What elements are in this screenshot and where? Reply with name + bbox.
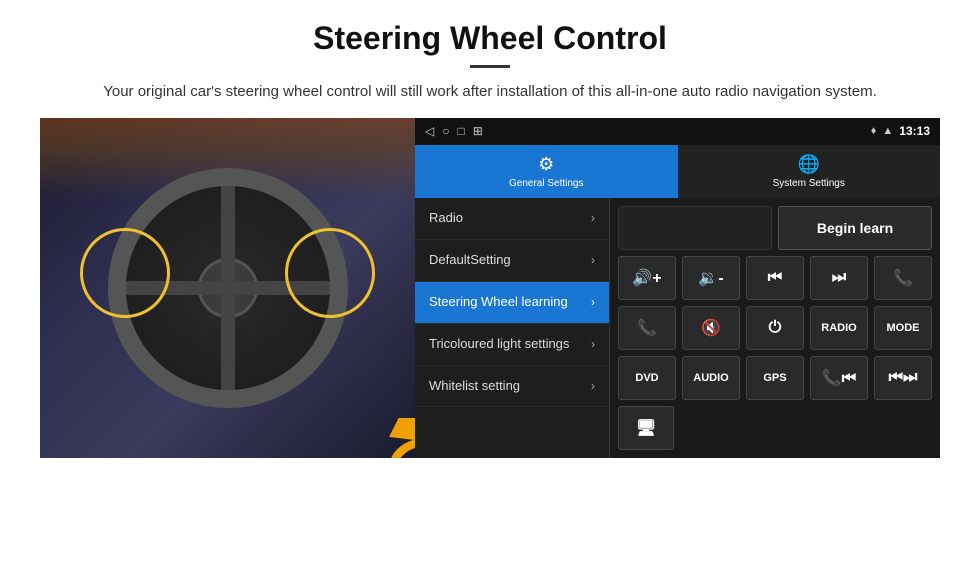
dvd-label: DVD (635, 372, 658, 384)
chevron-icon-tricoloured: › (591, 337, 595, 351)
main-content: Radio › DefaultSetting › Steering Wheel … (415, 198, 940, 458)
controls-row-3: 📞 🔇 ⏻ RADIO MODE (618, 306, 932, 350)
controls-row-5: 🖥 (618, 406, 932, 450)
title-divider (470, 65, 510, 68)
answer-button[interactable]: 📞 (618, 306, 676, 350)
empty-box (618, 206, 772, 250)
page-subtitle: Your original car's steering wheel contr… (40, 80, 940, 104)
menu-radio-label: Radio (429, 210, 591, 227)
chevron-icon-steering: › (591, 295, 595, 309)
chevron-icon-default: › (591, 253, 595, 267)
circle-highlight-right (285, 228, 375, 318)
square-icon[interactable]: □ (457, 124, 464, 138)
mute-button[interactable]: 🔇 (682, 306, 740, 350)
radio-label: RADIO (821, 322, 856, 334)
gps-icon: ♦ (871, 125, 877, 137)
phone-icon: 📞 (893, 268, 913, 288)
general-settings-label: General Settings (509, 178, 584, 189)
tab-general-settings[interactable]: ⚙ General Settings (415, 145, 678, 198)
vol-up-icon: 🔊+ (632, 268, 661, 288)
screen-button[interactable]: 🖥 (618, 406, 674, 450)
menu-item-whitelist[interactable]: Whitelist setting › (415, 366, 609, 408)
menu-item-default[interactable]: DefaultSetting › (415, 240, 609, 282)
phone-button[interactable]: 📞 (874, 256, 932, 300)
arrow-svg (385, 418, 415, 458)
phone-prev-icon: 📞⏮ (822, 368, 856, 388)
next-track-icon: ⏭ (832, 269, 846, 287)
signal-icon: ▲ (882, 125, 893, 137)
radio-button[interactable]: RADIO (810, 306, 868, 350)
steering-wheel-image (40, 118, 415, 458)
system-settings-label: System Settings (773, 178, 845, 189)
back-icon[interactable]: ◁ (425, 124, 434, 138)
menu-list: Radio › DefaultSetting › Steering Wheel … (415, 198, 610, 458)
menu-default-label: DefaultSetting (429, 252, 591, 269)
audio-button[interactable]: AUDIO (682, 356, 740, 400)
android-panel: ◁ ○ □ ⊞ ♦ ▲ 13:13 ⚙ General Settings (415, 118, 940, 458)
prev-next-button[interactable]: ⏮⏭ (874, 356, 932, 400)
chevron-icon-radio: › (591, 211, 595, 225)
vol-up-button[interactable]: 🔊+ (618, 256, 676, 300)
answer-icon: 📞 (637, 318, 657, 338)
tab-system-settings[interactable]: 🌐 System Settings (678, 145, 941, 198)
screen-icon: 🖥 (636, 418, 656, 438)
controls-row-2: 🔊+ 🔉- ⏮ ⏭ 📞 (618, 256, 932, 300)
dvd-button[interactable]: DVD (618, 356, 676, 400)
tab-bar: ⚙ General Settings 🌐 System Settings (415, 145, 940, 198)
controls-row-1: Begin learn (618, 206, 932, 250)
mute-icon: 🔇 (701, 318, 721, 338)
content-area: ◁ ○ □ ⊞ ♦ ▲ 13:13 ⚙ General Settings (40, 118, 940, 458)
status-bar-right: ♦ ▲ 13:13 (871, 124, 930, 138)
prev-track-icon: ⏮ (768, 269, 782, 287)
controls-panel: Begin learn 🔊+ 🔉- ⏮ (610, 198, 940, 458)
mode-button[interactable]: MODE (874, 306, 932, 350)
gps-button[interactable]: GPS (746, 356, 804, 400)
system-settings-icon: 🌐 (798, 154, 820, 175)
circle-highlight-left (80, 228, 170, 318)
next-track-button[interactable]: ⏭ (810, 256, 868, 300)
power-icon: ⏻ (769, 319, 782, 337)
vol-down-button[interactable]: 🔉- (682, 256, 740, 300)
grid-icon[interactable]: ⊞ (473, 124, 483, 138)
page-title: Steering Wheel Control (40, 20, 940, 57)
home-icon[interactable]: ○ (442, 124, 449, 138)
prev-track-button[interactable]: ⏮ (746, 256, 804, 300)
menu-tricoloured-label: Tricoloured light settings (429, 336, 591, 353)
menu-item-tricoloured[interactable]: Tricoloured light settings › (415, 324, 609, 366)
status-bar-left: ◁ ○ □ ⊞ (425, 124, 483, 138)
time-display: 13:13 (899, 124, 930, 138)
prev-next-icon: ⏮⏭ (889, 369, 918, 387)
power-button[interactable]: ⏻ (746, 306, 804, 350)
vol-down-icon: 🔉- (698, 268, 723, 288)
gps-label: GPS (763, 372, 786, 384)
spoke-vertical (221, 186, 235, 390)
chevron-icon-whitelist: › (591, 379, 595, 393)
menu-whitelist-label: Whitelist setting (429, 378, 591, 395)
general-settings-icon: ⚙ (538, 154, 554, 175)
phone-prev-button[interactable]: 📞⏮ (810, 356, 868, 400)
menu-item-radio[interactable]: Radio › (415, 198, 609, 240)
controls-row-4: DVD AUDIO GPS 📞⏮ ⏮⏭ (618, 356, 932, 400)
audio-label: AUDIO (693, 372, 728, 384)
status-bar: ◁ ○ □ ⊞ ♦ ▲ 13:13 (415, 118, 940, 145)
begin-learn-button[interactable]: Begin learn (778, 206, 932, 250)
page-container: Steering Wheel Control Your original car… (0, 0, 980, 468)
menu-item-steering[interactable]: Steering Wheel learning › (415, 282, 609, 324)
menu-steering-label: Steering Wheel learning (429, 294, 591, 311)
mode-label: MODE (887, 322, 920, 334)
title-section: Steering Wheel Control Your original car… (40, 20, 940, 104)
